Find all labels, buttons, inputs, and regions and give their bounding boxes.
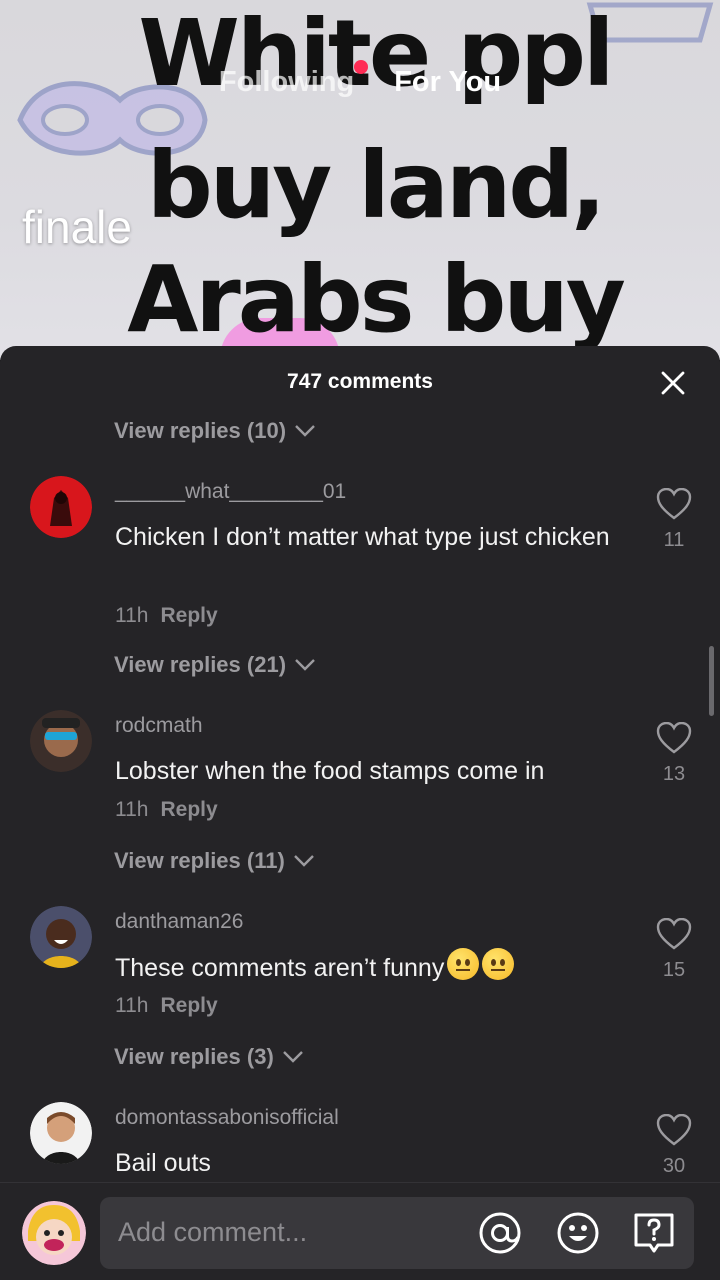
chevron-down-icon [295, 425, 315, 437]
tab-for-you[interactable]: For You [394, 66, 501, 99]
view-replies-button[interactable]: View replies (10) [114, 418, 316, 444]
view-replies-button[interactable]: View replies (11) [114, 848, 315, 874]
at-sign-icon[interactable] [478, 1211, 522, 1255]
heart-icon[interactable] [656, 917, 692, 950]
chevron-down-icon [293, 855, 314, 867]
comment-text: Bail outs [115, 1149, 211, 1177]
view-replies-label: View replies (21) [114, 652, 287, 677]
comments-header: 747 comments [0, 346, 720, 422]
avatar[interactable] [22, 1201, 86, 1265]
comment-time: 11h [115, 798, 149, 821]
heart-icon[interactable] [656, 721, 692, 754]
heart-icon[interactable] [656, 487, 692, 520]
comment-item: ______what________01 Chicken I don’t mat… [0, 476, 720, 706]
neutral-face-emoji-icon [447, 948, 480, 980]
tab-following[interactable]: Following [218, 59, 369, 99]
avatar[interactable] [30, 710, 92, 772]
chevron-down-icon [295, 659, 315, 671]
comments-panel: 747 comments View replies (10) ______wha… [0, 346, 720, 1280]
scrollbar[interactable] [709, 646, 714, 716]
like-button[interactable]: 30 [656, 1113, 692, 1178]
comment-input-bar: Add comment... [0, 1182, 720, 1280]
like-button[interactable]: 11 [656, 487, 692, 552]
comment-username[interactable]: ______what________01 [115, 480, 346, 504]
like-count: 30 [662, 1155, 686, 1177]
comment-item: rodcmath Lobster when the food stamps co… [0, 710, 720, 890]
comment-username[interactable]: danthaman26 [115, 910, 243, 934]
comment-item: domontassabonisofficial Bail outs 30 [0, 1102, 720, 1182]
video-caption: finale [22, 201, 132, 253]
comment-input[interactable]: Add comment... [100, 1197, 694, 1269]
feed-tabs: Following For You [0, 59, 720, 102]
heart-icon[interactable] [656, 1113, 692, 1146]
question-icon[interactable] [632, 1211, 676, 1255]
comment-username[interactable]: rodcmath [115, 714, 203, 738]
comment-username[interactable]: domontassabonisofficial [115, 1106, 339, 1130]
comment-text: Chicken I don’t matter what type just ch… [115, 523, 610, 551]
like-count: 15 [662, 959, 686, 981]
view-replies-label: View replies (11) [114, 848, 285, 873]
view-replies-button[interactable]: View replies (3) [114, 1044, 304, 1070]
comment-meta: 11h Reply [115, 994, 218, 1018]
view-replies-label: View replies (10) [114, 418, 287, 443]
comments-count-title: 747 comments [287, 370, 433, 393]
tab-following-label: Following [218, 65, 355, 98]
view-replies-label: View replies (3) [114, 1044, 274, 1069]
comment-time: 11h [115, 994, 149, 1017]
comment-text: Lobster when the food stamps come in [115, 757, 545, 785]
comment-time: 11h [115, 604, 149, 627]
like-count: 11 [663, 529, 685, 551]
video-player[interactable]: White ppl buy land, Arabs buy finale Fol… [0, 0, 720, 360]
comment-input-placeholder: Add comment... [118, 1217, 308, 1247]
neutral-face-emoji-icon [482, 948, 515, 980]
notification-dot [354, 59, 369, 74]
comment-meta: 11h Reply [115, 604, 218, 628]
emoji-icon[interactable] [556, 1211, 600, 1255]
comment-meta: 11h Reply [115, 798, 218, 822]
avatar[interactable] [30, 476, 92, 538]
comment-text: These comments aren’t funny [115, 948, 615, 988]
avatar[interactable] [30, 906, 92, 968]
meme-text-line: Arabs buy [127, 246, 626, 353]
avatar[interactable] [30, 1102, 92, 1164]
reply-button[interactable]: Reply [160, 604, 217, 628]
close-icon[interactable] [658, 368, 688, 398]
comment-text-body: These comments aren’t funny [115, 954, 445, 982]
comment-item: danthaman26 These comments aren’t funny … [0, 906, 720, 1086]
reply-button[interactable]: Reply [160, 994, 217, 1018]
like-button[interactable]: 15 [656, 917, 692, 982]
like-count: 13 [662, 763, 686, 785]
view-replies-button[interactable]: View replies (21) [114, 652, 316, 678]
chevron-down-icon [282, 1051, 303, 1063]
reply-button[interactable]: Reply [160, 798, 217, 822]
like-button[interactable]: 13 [656, 721, 692, 786]
